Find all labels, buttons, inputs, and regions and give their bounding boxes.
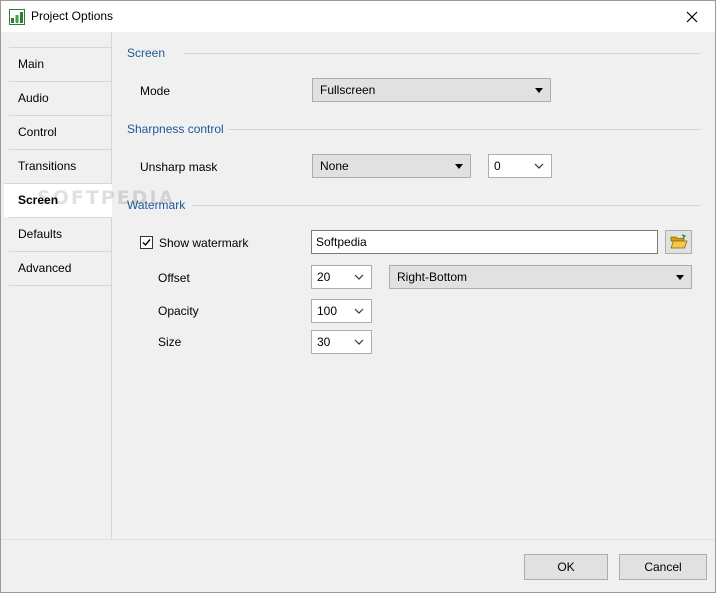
size-select[interactable]: 30 bbox=[311, 330, 372, 354]
opacity-value: 100 bbox=[317, 304, 338, 318]
browse-watermark-button[interactable] bbox=[665, 230, 692, 254]
project-options-window: Project Options Main Audio Control Trans… bbox=[0, 0, 716, 593]
sidebar-item-label: Defaults bbox=[18, 227, 63, 241]
watermark-text-value: Softpedia bbox=[316, 235, 367, 249]
close-button[interactable] bbox=[669, 1, 715, 32]
sharpness-group-title: Sharpness control bbox=[127, 122, 224, 136]
sidebar-item-label: Control bbox=[18, 125, 57, 139]
dropdown-arrow-icon bbox=[676, 275, 684, 280]
chevron-down-icon bbox=[534, 163, 544, 169]
sidebar-item-defaults[interactable]: Defaults bbox=[9, 217, 111, 251]
group-divider bbox=[228, 129, 701, 130]
watermark-position-select[interactable]: Right-Bottom bbox=[389, 265, 692, 289]
sidebar-item-audio[interactable]: Audio bbox=[9, 81, 111, 115]
sidebar-item-transitions[interactable]: Transitions bbox=[9, 149, 111, 183]
group-divider bbox=[192, 205, 701, 206]
size-label: Size bbox=[158, 335, 182, 349]
screen-group-title: Screen bbox=[127, 46, 166, 60]
show-watermark-label: Show watermark bbox=[159, 236, 249, 250]
offset-select[interactable]: 20 bbox=[311, 265, 372, 289]
window-title: Project Options bbox=[31, 9, 114, 23]
title-bar: Project Options bbox=[1, 1, 715, 32]
chevron-down-icon bbox=[354, 274, 364, 280]
sidebar-item-advanced[interactable]: Advanced bbox=[9, 251, 111, 285]
sidebar-item-label: Transitions bbox=[18, 159, 77, 173]
sidebar-item-main[interactable]: Main bbox=[9, 47, 111, 81]
unsharp-amount-value: 0 bbox=[494, 159, 501, 173]
unsharp-mask-value: None bbox=[320, 159, 349, 173]
mode-select[interactable]: Fullscreen bbox=[312, 78, 551, 102]
cancel-button[interactable]: Cancel bbox=[619, 554, 707, 580]
unsharp-amount-select[interactable]: 0 bbox=[488, 154, 552, 178]
unsharp-mask-label: Unsharp mask bbox=[140, 160, 218, 174]
sidebar-divider bbox=[9, 285, 111, 286]
offset-value: 20 bbox=[317, 270, 331, 284]
checkmark-icon bbox=[142, 239, 151, 247]
show-watermark-checkbox[interactable] bbox=[140, 236, 153, 249]
chevron-down-icon bbox=[354, 339, 364, 345]
sidebar: Main Audio Control Transitions Screen De… bbox=[1, 32, 112, 539]
opacity-select[interactable]: 100 bbox=[311, 299, 372, 323]
group-divider bbox=[183, 53, 701, 54]
close-icon bbox=[686, 11, 698, 22]
dialog-footer: OK Cancel bbox=[1, 539, 715, 592]
screen-settings-panel: Screen Mode Fullscreen Sharpness control… bbox=[112, 32, 715, 539]
watermark-position-value: Right-Bottom bbox=[397, 270, 468, 284]
chevron-down-icon bbox=[354, 308, 364, 314]
mode-label: Mode bbox=[140, 84, 171, 98]
opacity-label: Opacity bbox=[158, 304, 199, 318]
ok-button[interactable]: OK bbox=[524, 554, 608, 580]
mode-value: Fullscreen bbox=[320, 83, 376, 97]
offset-label: Offset bbox=[158, 271, 190, 285]
watermark-text-input[interactable]: Softpedia bbox=[311, 230, 658, 254]
sidebar-item-control[interactable]: Control bbox=[9, 115, 111, 149]
sidebar-item-label: Main bbox=[18, 57, 45, 71]
folder-open-icon bbox=[669, 234, 688, 249]
size-value: 30 bbox=[317, 335, 331, 349]
sidebar-item-label: Advanced bbox=[18, 261, 72, 275]
unsharp-mask-select[interactable]: None bbox=[312, 154, 471, 178]
sidebar-item-label: Audio bbox=[18, 91, 49, 105]
app-icon bbox=[9, 9, 25, 25]
softpedia-overlay: SOFTPEDIA bbox=[37, 187, 176, 209]
dropdown-arrow-icon bbox=[535, 88, 543, 93]
dropdown-arrow-icon bbox=[455, 164, 463, 169]
